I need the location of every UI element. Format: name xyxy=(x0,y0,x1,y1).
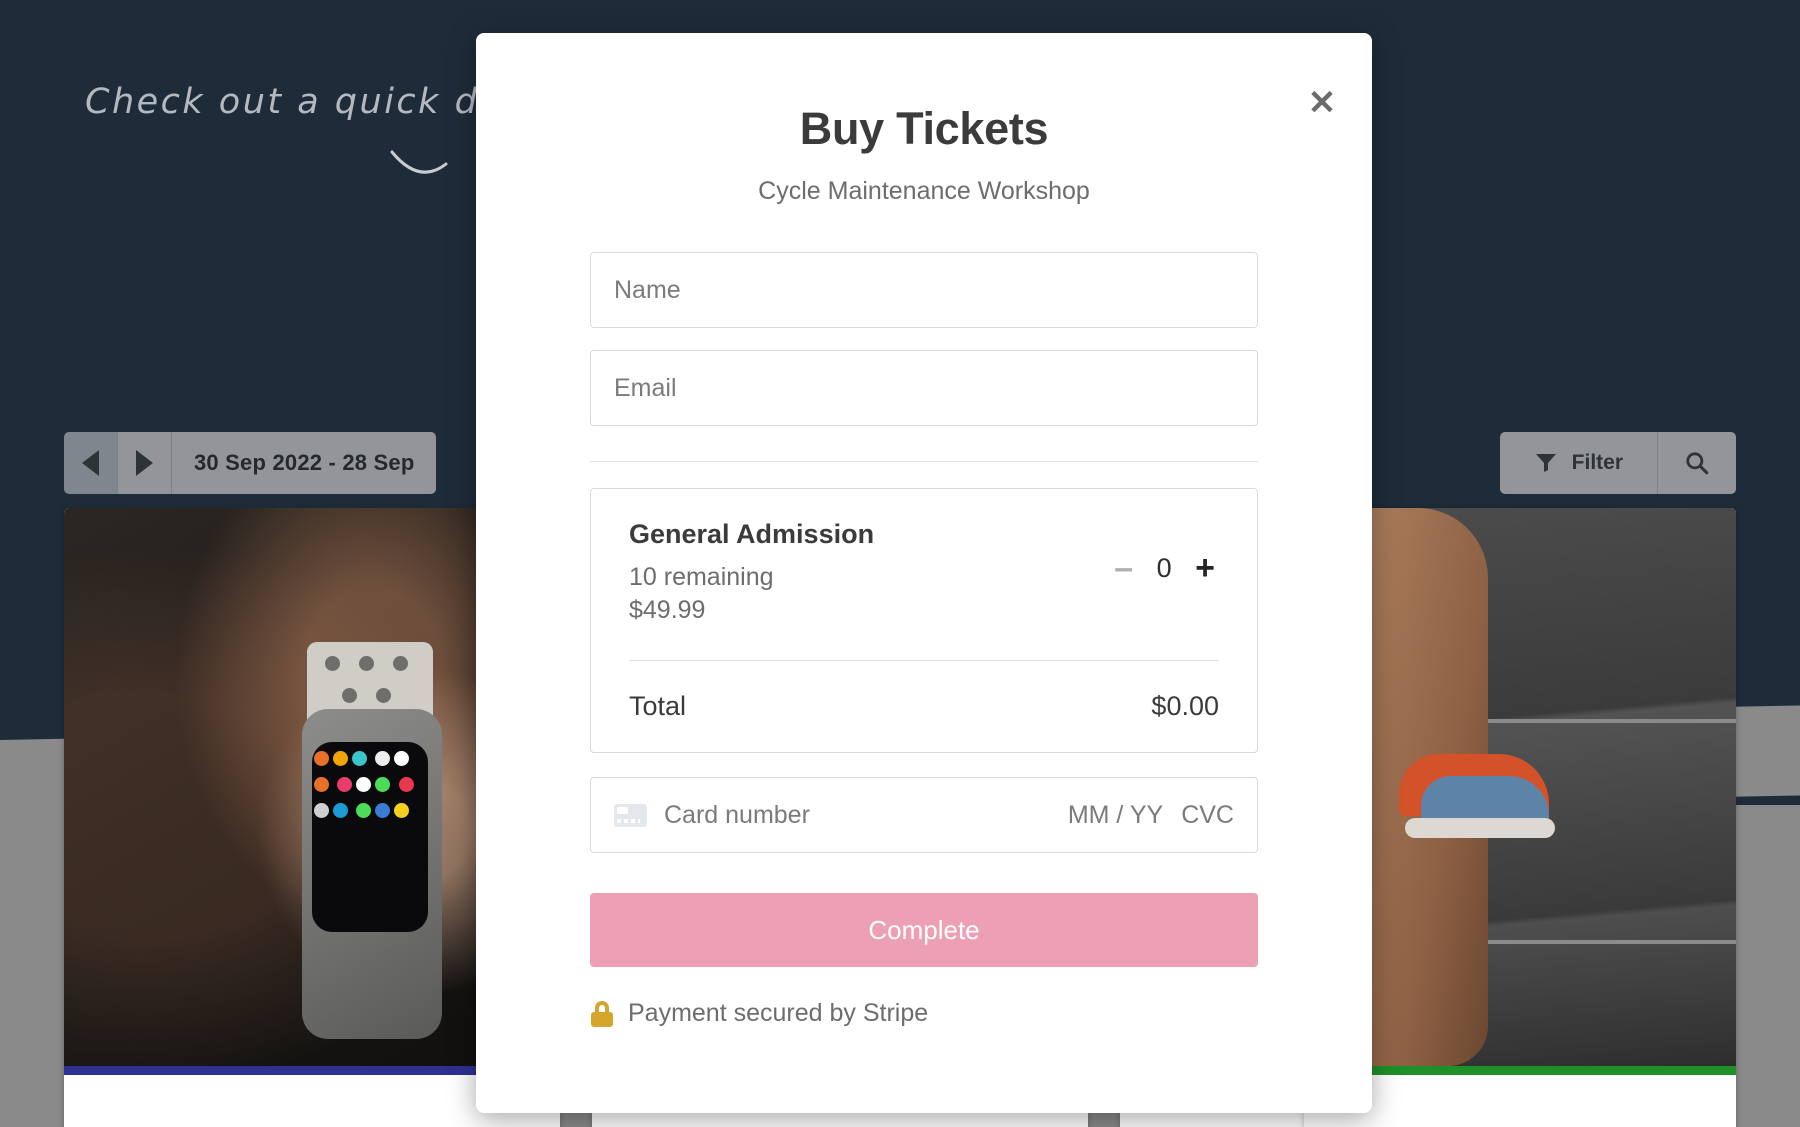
credit-card-icon xyxy=(614,803,647,827)
quantity-value: 0 xyxy=(1156,552,1172,583)
email-field[interactable]: Email xyxy=(590,350,1258,426)
increment-button[interactable]: + xyxy=(1195,551,1215,585)
ticket-row: General Admission 10 remaining $49.99 – … xyxy=(629,519,1219,626)
complete-button[interactable]: Complete xyxy=(590,893,1258,967)
decrement-button[interactable]: – xyxy=(1114,551,1133,585)
payment-secure-note: Payment secured by Stripe xyxy=(590,999,1258,1028)
payment-secure-text: Payment secured by Stripe xyxy=(628,999,929,1027)
ticket-selection-box: General Admission 10 remaining $49.99 – … xyxy=(590,488,1258,753)
card-number-input[interactable]: Card number xyxy=(664,801,1068,830)
modal-form: Name Email General Admission 10 remainin… xyxy=(476,252,1372,1028)
lock-icon xyxy=(590,1000,614,1027)
close-icon[interactable]: ✕ xyxy=(1302,83,1342,123)
ticket-remaining: 10 remaining xyxy=(629,563,774,591)
modal-subtitle: Cycle Maintenance Workshop xyxy=(758,177,1090,205)
total-label: Total xyxy=(629,691,687,721)
ticket-info: General Admission 10 remaining $49.99 xyxy=(629,519,874,626)
card-cvc-input[interactable]: CVC xyxy=(1181,801,1234,830)
total-row: Total $0.00 xyxy=(629,661,1219,752)
name-field[interactable]: Name xyxy=(590,252,1258,328)
page-root: Check out a quick dem 30 Sep 2022 - 28 S… xyxy=(0,0,1800,1127)
buy-tickets-modal: ✕ Buy Tickets Cycle Maintenance Workshop… xyxy=(476,33,1372,1113)
ticket-price: $49.99 xyxy=(629,595,706,624)
card-expiry-input[interactable]: MM / YY xyxy=(1068,801,1163,830)
ticket-name: General Admission xyxy=(629,519,875,549)
total-amount: $0.00 xyxy=(1151,691,1219,721)
quantity-stepper: – 0 + xyxy=(1114,551,1215,585)
modal-title: Buy Tickets xyxy=(799,103,1049,154)
form-divider xyxy=(590,461,1258,462)
card-payment-field[interactable]: Card number MM / YY CVC xyxy=(590,777,1258,853)
